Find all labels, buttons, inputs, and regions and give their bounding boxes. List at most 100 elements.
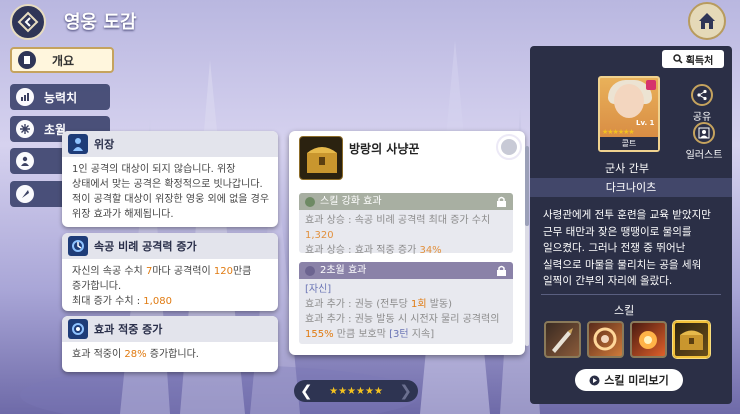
feather-icon [16, 185, 34, 203]
text: 발동) [426, 299, 453, 310]
section-title: 2초월 효과 [320, 265, 367, 276]
disguise-icon [68, 134, 88, 154]
dagger-skill-icon[interactable] [544, 321, 581, 358]
description-line: 증가합니다. [72, 281, 122, 292]
description-line: 1인 공격의 대상이 되지 않습니다. 위장 [72, 164, 236, 175]
tab-profile[interactable] [10, 148, 70, 174]
tooltip-title: 속공 비례 공격력 증가 [94, 240, 197, 253]
description-line: 위장 효과가 해제됩니다. [72, 209, 174, 220]
value: 28% [124, 349, 147, 360]
spin-slash-skill-icon[interactable] [587, 321, 624, 358]
prev-arrow-icon[interactable]: ❮ [300, 382, 313, 400]
text: 최대 증가 수치 : [72, 296, 144, 307]
section-header: 스킬 강화 효과 [299, 193, 513, 210]
acquire-label: 획득처 [685, 55, 714, 67]
hero-face [614, 84, 644, 118]
skill-tooltip-speed-attack: 속공 비례 공격력 증가 자신의 속공 수치 7마다 공격력이 120만큼 증가… [62, 233, 278, 311]
share-button[interactable]: 공유 [684, 84, 720, 123]
hero-portrait[interactable]: Lv. 1 ★★★★★★ 콜트 [598, 76, 660, 152]
value: 1,080 [143, 296, 172, 307]
accuracy-icon [68, 319, 88, 339]
tab-label: 개요 [52, 53, 75, 68]
divider [541, 294, 721, 295]
text: 효과 추가 : 권능 (전투당 [305, 299, 411, 310]
text: 만큼 보호막 [333, 329, 390, 340]
page-title: 영웅 도감 [64, 12, 137, 33]
portrait-icon [693, 122, 715, 144]
home-icon [699, 13, 715, 29]
hero-level: Lv. 1 [636, 119, 655, 127]
ability-scrollbar-thumb[interactable] [525, 146, 529, 226]
hero-class: 군사 간부 [605, 162, 649, 175]
home-button[interactable] [688, 2, 726, 40]
person-icon [16, 152, 34, 170]
skill-tooltip-accuracy: 효과 적중 증가 효과 적중이 28% 증가합니다. [62, 316, 278, 372]
star-pager: ❮ ★ ★ ★ ★ ★ ★ ❯ [294, 380, 418, 402]
tooltip-description: 효과 적중이 28% 증가합니다. [62, 342, 278, 368]
ability-title: 방랑의 사냥꾼 [349, 142, 420, 156]
effect-value: 1,320 [305, 230, 334, 241]
bio-line: 근무 태만과 잦은 땡땡이로 물의를 [543, 225, 692, 238]
effect-line: 효과 추가 : 권능 발동 시 시전자 물리 공격력의 [305, 314, 500, 325]
tab-story[interactable] [10, 181, 70, 207]
description-line: 자신의 속공 수치 7마다 공격력이 120만큼 [72, 264, 270, 279]
star-icon: ★ [338, 385, 348, 397]
lock-icon [497, 265, 506, 276]
tooltip-title: 위장 [94, 138, 115, 151]
skills-heading: 스킬 [614, 304, 635, 317]
description-line: 효과 적중이 28% 증가합니다. [72, 347, 270, 362]
snowflake-icon [16, 120, 34, 138]
share-icon [691, 84, 713, 106]
description-line: 상태에서 맞는 공격은 확정적으로 빗나갑니다. [72, 179, 263, 190]
effect-line: 효과 상승 : 효과 적중 증가 34% [305, 243, 507, 258]
back-button[interactable] [10, 4, 46, 40]
text: 지속] [408, 329, 435, 340]
star-icon: ★ [329, 385, 339, 397]
bio-line: 일으켰다. 그러나 전쟁 중 뛰어난 [543, 242, 686, 254]
value: 120 [213, 266, 233, 277]
bio-line: 일찍이 간부의 자리에 올랐다. [543, 275, 673, 287]
tooltip-title: 효과 적중 증가 [94, 323, 163, 336]
text: 효과 상승 : 효과 적중 증가 [305, 245, 420, 256]
star-icon: ★ [356, 385, 365, 397]
description-line: 적이 공격할 대상이 위장한 영웅 외에 없을 경우 [72, 194, 270, 205]
duration-tag: [3턴 [389, 329, 409, 340]
tab-label: 능력치 [44, 90, 78, 105]
search-icon [672, 54, 683, 64]
acquire-source-button[interactable]: 획득처 [662, 50, 724, 68]
illustration-button[interactable]: 일러스트 [684, 122, 724, 161]
play-icon [589, 375, 600, 385]
skill-tooltip-disguise: 위장 1인 공격의 대상이 되지 않습니다. 위장 상태에서 맞는 공격은 확정… [62, 131, 278, 227]
preview-label: 스킬 미리보기 [604, 374, 669, 387]
ability-panel: 방랑의 사냥꾼 스킬 강화 효과 효과 상승 : 속공 비례 공격력 최대 증가… [289, 131, 525, 355]
star-rating: ★ ★ ★ ★ ★ ★ [329, 386, 383, 397]
tooltip-description: 1인 공격의 대상이 되지 않습니다. 위장 상태에서 맞는 공격은 확정적으로… [62, 157, 278, 228]
text: 증가합니다. [146, 349, 199, 360]
section-body: [자신] 효과 추가 : 권능 (전투당 1회 발동) 효과 추가 : 권능 발… [299, 279, 513, 345]
hero-bio: 사령관에게 전투 훈련을 교육 받았지만 근무 태만과 잦은 땡땡이로 물의를 … [543, 207, 723, 290]
text: 자신의 속공 수치 [72, 266, 146, 277]
value: 34% [419, 245, 442, 256]
value: 155% [305, 329, 334, 340]
star-icon [305, 196, 315, 207]
stats-icon [16, 88, 34, 106]
tooltip-description: 자신의 속공 수치 7마다 공격력이 120만큼 증가합니다. 최대 증가 수치… [62, 259, 278, 315]
header: 영웅 도감 [0, 0, 740, 40]
text: 마다 공격력이 [152, 266, 214, 277]
star-icon [305, 265, 315, 276]
skill-preview-button[interactable]: 스킬 미리보기 [575, 369, 683, 391]
fire-burst-skill-icon[interactable] [630, 321, 667, 358]
effect-line: 155% 만큼 보호막 [3턴 지속] [305, 327, 507, 342]
speed-attack-icon [68, 236, 88, 256]
tab-stats[interactable]: 능력치 [10, 84, 110, 110]
hero-faction: 다크나이츠 [530, 178, 732, 197]
description-line: 최대 증가 수치 : 1,080 [72, 294, 270, 309]
tab-overview[interactable]: 개요 [10, 47, 114, 73]
bio-line: 실력으로 마물을 물리치는 공을 세워 [543, 258, 702, 271]
hero-name: 콜트 [600, 137, 658, 150]
tooltip-header: 효과 적중 증가 [62, 316, 278, 342]
next-arrow-icon[interactable]: ❯ [399, 382, 412, 400]
star-icon: ★ [347, 385, 356, 397]
treasure-chest-skill-icon[interactable] [673, 321, 710, 358]
ability-info-button[interactable] [501, 139, 517, 155]
